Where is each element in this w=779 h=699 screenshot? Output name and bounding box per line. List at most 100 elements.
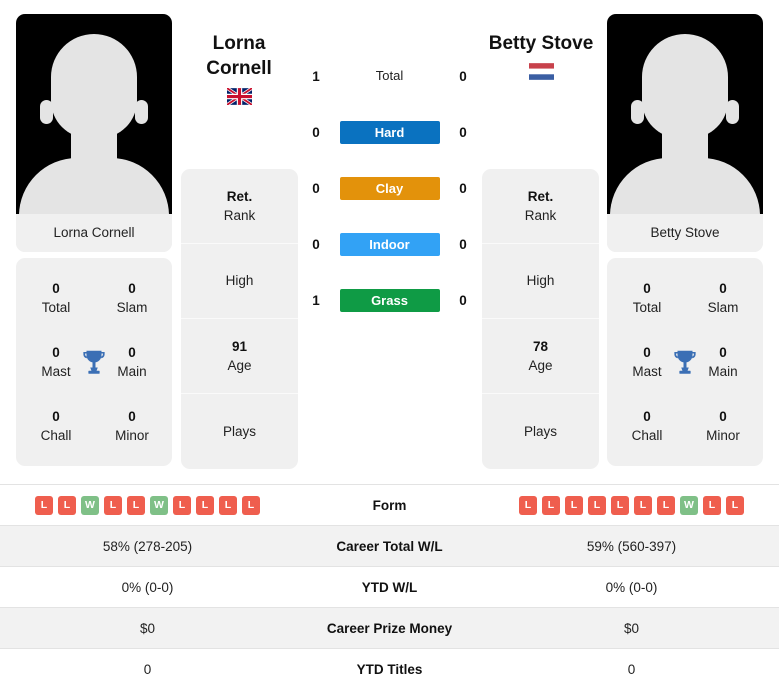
form-badge-win[interactable]: W bbox=[150, 495, 168, 515]
form-badge-loss[interactable]: L bbox=[242, 495, 260, 515]
form-badge-loss[interactable]: L bbox=[611, 495, 629, 515]
table-cell-right: 0% (0-0) bbox=[605, 579, 658, 595]
player-photo-card-right[interactable]: Betty Stove bbox=[607, 14, 763, 252]
titles-total-right: 0 Total bbox=[623, 280, 671, 317]
h2h-row-indoor: 0 Indoor 0 bbox=[303, 230, 476, 258]
head-to-head-comparison: Lorna Cornell Betty Stove Lorna Cornell bbox=[0, 0, 779, 699]
table-row: L L W L L W L L L L Form L L L L L L L W L L bbox=[0, 484, 779, 525]
player-photo-right bbox=[607, 14, 763, 214]
titles-minor-label-left: Minor bbox=[115, 427, 149, 443]
titles-mast-value-left: 0 bbox=[52, 344, 60, 360]
info-age-value-left: 91 bbox=[231, 338, 248, 354]
titles-slam-label-left: Slam bbox=[116, 299, 148, 315]
titles-mast-value-right: 0 bbox=[643, 344, 651, 360]
form-badge-loss[interactable]: L bbox=[127, 495, 145, 515]
h2h-clay-score-left: 0 bbox=[312, 180, 320, 196]
info-plays-left: Plays bbox=[181, 394, 298, 469]
form-badge-loss[interactable]: L bbox=[542, 495, 560, 515]
titles-total-value-left: 0 bbox=[52, 280, 60, 296]
form-badge-loss[interactable]: L bbox=[173, 495, 191, 515]
player-name-left-line2: Cornell bbox=[206, 58, 272, 79]
table-row: $0 Career Prize Money $0 bbox=[0, 607, 779, 648]
avatar-ear-right bbox=[135, 100, 148, 124]
table-cell-right: LLLLLLLWLL bbox=[484, 495, 779, 515]
avatar-ear-left bbox=[631, 100, 644, 124]
form-badge-loss[interactable]: L bbox=[35, 495, 53, 515]
h2h-total-score-left: 1 bbox=[312, 68, 320, 84]
h2h-hard-score-right: 0 bbox=[459, 124, 467, 140]
table-cell-left: LLWLLWLLLL bbox=[0, 495, 295, 515]
info-rank-label-right: Rank bbox=[524, 207, 557, 223]
surface-badge-hard[interactable]: Hard bbox=[339, 120, 440, 144]
united-kingdom-flag-icon bbox=[226, 88, 252, 105]
table-row-label: Form bbox=[372, 497, 407, 513]
form-badge-loss[interactable]: L bbox=[519, 495, 537, 515]
player-name-left-line1: Lorna bbox=[212, 33, 266, 54]
titles-main-label-left: Main bbox=[117, 363, 147, 379]
titles-slam-left: 0 Slam bbox=[108, 280, 156, 317]
titles-chall-right: 0 Chall bbox=[623, 408, 671, 445]
titles-main-right: 0 Main bbox=[699, 344, 747, 381]
player-titles-card-right: 0 Total 0 Slam 0 Mast 0 Main 0 Chall 0 M… bbox=[607, 258, 763, 466]
surface-badge-clay[interactable]: Clay bbox=[339, 176, 440, 200]
info-high-label-left: High bbox=[225, 273, 254, 288]
info-plays-label-left: Plays bbox=[222, 423, 256, 439]
table-row: 58% (278-205) Career Total W/L 59% (560-39… bbox=[0, 525, 779, 566]
info-high-label-right: High bbox=[526, 273, 555, 288]
h2h-hard-score-left: 0 bbox=[312, 124, 320, 140]
player-info-card-left: Ret. Rank High 91 Age Plays bbox=[181, 169, 298, 469]
trophy-icon bbox=[674, 350, 696, 374]
titles-minor-value-right: 0 bbox=[719, 408, 727, 424]
titles-slam-label-right: Slam bbox=[707, 299, 739, 315]
info-age-value-right: 78 bbox=[532, 338, 549, 354]
surface-badge-indoor[interactable]: Indoor bbox=[339, 232, 440, 256]
table-row-label: Career Total W/L bbox=[336, 538, 443, 554]
player-name-block-left: Lorna Cornell bbox=[176, 31, 302, 105]
h2h-indoor-score-right: 0 bbox=[459, 236, 467, 252]
titles-total-label-left: Total bbox=[41, 299, 71, 315]
form-badge-loss[interactable]: L bbox=[219, 495, 237, 515]
form-badge-loss[interactable]: L bbox=[196, 495, 214, 515]
titles-mast-label-left: Mast bbox=[41, 363, 71, 379]
titles-row-1-right: 0 Total 0 Slam bbox=[607, 266, 763, 330]
player-photo-caption-right: Betty Stove bbox=[607, 214, 763, 252]
titles-row-2-left: 0 Mast 0 Main bbox=[16, 330, 172, 394]
titles-chall-value-left: 0 bbox=[52, 408, 60, 424]
table-row-label: YTD W/L bbox=[361, 579, 418, 595]
form-badge-loss[interactable]: L bbox=[588, 495, 606, 515]
titles-slam-right: 0 Slam bbox=[699, 280, 747, 317]
table-cell-left: 0 bbox=[143, 661, 152, 677]
info-high-right: High bbox=[482, 244, 599, 319]
comparison-stats-table: L L W L L W L L L L Form L L L L L L L W L L 58% (278-205) Car… bbox=[0, 484, 779, 689]
player-info-card-right: Ret. Rank High 78 Age Plays bbox=[482, 169, 599, 469]
surface-badge-grass[interactable]: Grass bbox=[339, 288, 440, 312]
titles-chall-label-right: Chall bbox=[631, 427, 663, 443]
player-photo-caption-left: Lorna Cornell bbox=[16, 214, 172, 252]
form-badge-loss[interactable]: L bbox=[657, 495, 675, 515]
player-photo-card-left[interactable]: Lorna Cornell bbox=[16, 14, 172, 252]
form-badge-win[interactable]: W bbox=[680, 495, 698, 515]
form-badge-loss[interactable]: L bbox=[726, 495, 744, 515]
netherlands-flag-icon bbox=[528, 63, 554, 80]
form-badge-loss[interactable]: L bbox=[634, 495, 652, 515]
info-age-label-right: Age bbox=[528, 357, 553, 373]
titles-slam-value-right: 0 bbox=[719, 280, 727, 296]
form-badge-loss[interactable]: L bbox=[703, 495, 721, 515]
h2h-row-hard: 0 Hard 0 bbox=[303, 118, 476, 146]
player-photo-left bbox=[16, 14, 172, 214]
titles-total-label-right: Total bbox=[632, 299, 662, 315]
form-badge-win[interactable]: W bbox=[81, 495, 99, 515]
info-rank-value-left: Ret. bbox=[226, 188, 253, 204]
table-cell-left: 0% (0-0) bbox=[121, 579, 174, 595]
avatar-shoulders bbox=[610, 158, 760, 214]
h2h-indoor-score-left: 0 bbox=[312, 236, 320, 252]
h2h-row-grass: 1 Grass 0 bbox=[303, 286, 476, 314]
form-badge-loss[interactable]: L bbox=[104, 495, 122, 515]
titles-row-2-right: 0 Mast 0 Main bbox=[607, 330, 763, 394]
titles-main-value-right: 0 bbox=[719, 344, 727, 360]
form-badge-loss[interactable]: L bbox=[58, 495, 76, 515]
form-badge-loss[interactable]: L bbox=[565, 495, 583, 515]
titles-mast-left: 0 Mast bbox=[32, 344, 80, 381]
head-to-head-surface-breakdown: 1 Total 0 0 Hard 0 0 Clay 0 0 Indoor 0 1… bbox=[303, 0, 476, 314]
table-row-label: Career Prize Money bbox=[326, 620, 453, 636]
